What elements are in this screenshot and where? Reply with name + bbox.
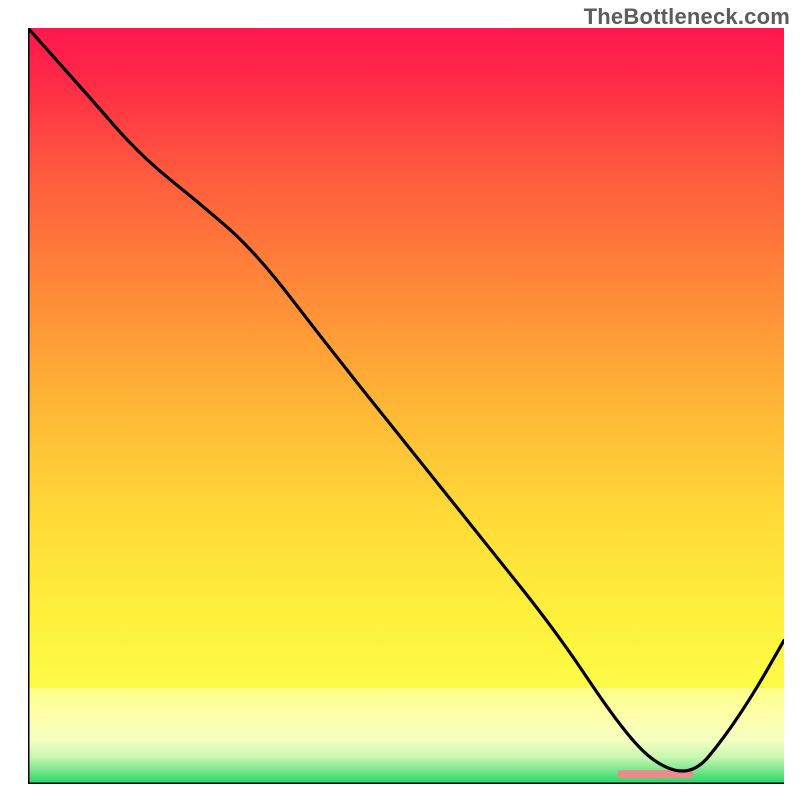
- plot-area: [28, 28, 784, 784]
- chart-container: TheBottleneck.com: [0, 0, 800, 800]
- chart-svg: [28, 28, 784, 784]
- bg-upper: [28, 28, 784, 688]
- watermark-text: TheBottleneck.com: [584, 4, 790, 30]
